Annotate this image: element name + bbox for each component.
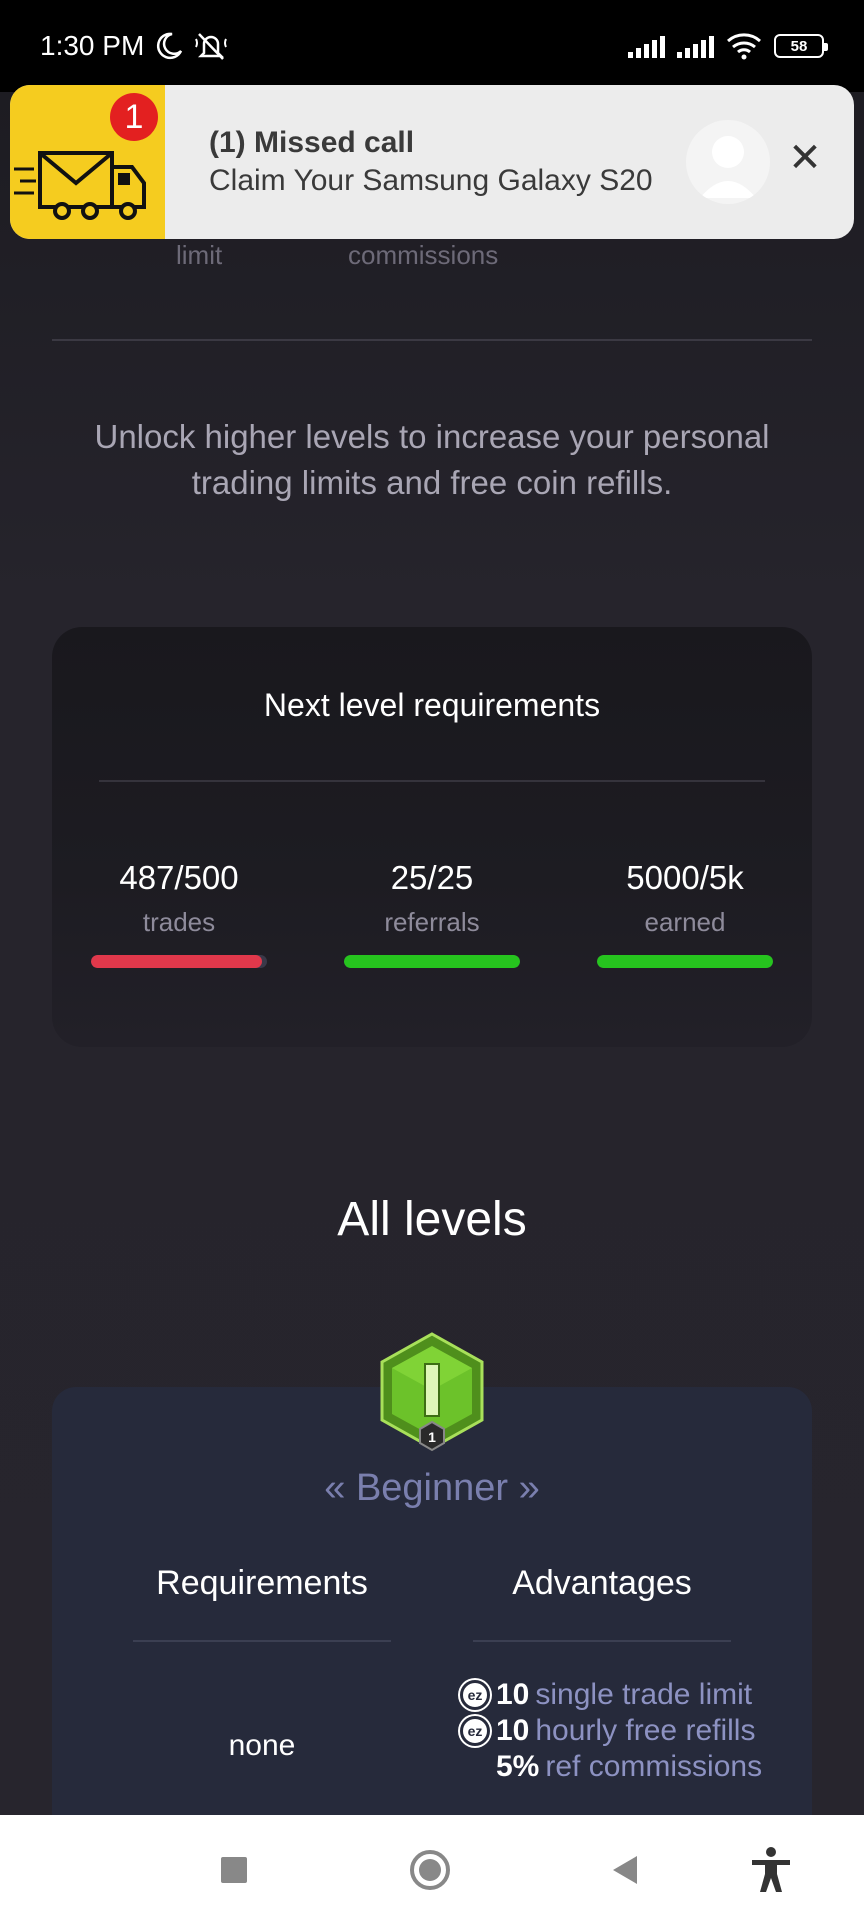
muted-bell-icon	[195, 33, 228, 60]
avatar	[686, 120, 770, 204]
requirement-value: 487/500	[119, 859, 239, 896]
notification-title: (1) Missed call	[209, 126, 415, 159]
accessibility-button[interactable]	[746, 1845, 796, 1895]
recent-apps-button[interactable]	[209, 1845, 259, 1895]
progress-bar-trades	[91, 955, 267, 968]
notification-count-badge: 1	[110, 93, 158, 141]
back-triangle-icon	[613, 1856, 637, 1884]
advantage-amount: 5%	[496, 1750, 540, 1783]
divider	[99, 780, 765, 782]
progress-bar-earned	[597, 955, 773, 968]
advantage-text: hourly free refills	[535, 1714, 756, 1747]
home-circle-icon	[410, 1850, 450, 1890]
battery-icon: 58	[774, 34, 828, 58]
progress-fill	[344, 955, 520, 968]
requirements-value: none	[228, 1729, 296, 1762]
advantage-text: ref commissions	[545, 1750, 763, 1783]
requirement-label: trades	[142, 907, 216, 937]
system-navigation-bar	[0, 1815, 864, 1920]
commissions-label: commissions	[348, 240, 499, 270]
advantage-item: 5% ref commissions	[460, 1749, 820, 1785]
divider	[473, 1640, 731, 1642]
requirements-title: Next level requirements	[263, 687, 601, 723]
accessibility-icon	[752, 1847, 790, 1892]
unlock-description: Unlock higher levels to increase your pe…	[94, 418, 770, 501]
signal-2-icon	[677, 34, 714, 58]
requirement-value: 5000/5k	[626, 859, 744, 896]
level-name: « Beginner »	[324, 1467, 540, 1509]
level-badge-icon: 1	[380, 1332, 484, 1452]
status-bar: 1:30 PM 58	[0, 0, 864, 92]
do-not-disturb-moon-icon	[157, 32, 183, 60]
advantage-item: ez 10 single trade limit	[460, 1677, 820, 1713]
page-content: limit commissions Unlock higher levels t…	[0, 92, 864, 1815]
back-button[interactable]	[600, 1845, 650, 1895]
home-button[interactable]	[405, 1845, 455, 1895]
ez-coin-icon: ez	[460, 1680, 490, 1710]
missed-call-notification[interactable]: 1 (1) Missed call Claim Your Samsung Gal…	[10, 85, 854, 239]
notification-body: Claim Your Samsung Galaxy S20	[209, 164, 653, 197]
divider	[133, 1640, 391, 1642]
badge-number: 1	[428, 1429, 436, 1445]
notification-thumbnail: 1	[10, 85, 165, 239]
progress-fill	[91, 955, 263, 968]
advantages-list: ez 10 single trade limit ez 10 hourly fr…	[460, 1677, 820, 1785]
requirements-header: Requirements	[156, 1564, 368, 1602]
stats-labels: limit commissions	[0, 240, 864, 280]
requirement-value: 25/25	[390, 859, 474, 896]
advantages-header: Advantages	[512, 1564, 692, 1602]
advantage-text: single trade limit	[535, 1678, 753, 1711]
advantage-amount: 10	[496, 1714, 530, 1747]
progress-bar-referrals	[344, 955, 520, 968]
requirement-trades: 487/500 trades	[89, 859, 269, 938]
progress-fill	[597, 955, 773, 968]
user-silhouette-icon	[700, 136, 756, 198]
divider	[52, 339, 812, 341]
requirement-label: earned	[644, 907, 726, 937]
next-level-requirements-card: Next level requirements 487/500 trades 2…	[52, 627, 812, 1047]
signal-1-icon	[628, 34, 665, 58]
all-levels-title: All levels	[337, 1193, 527, 1246]
advantage-amount: 10	[496, 1678, 530, 1711]
requirement-label: referrals	[384, 907, 480, 937]
ez-coin-icon: ez	[460, 1716, 490, 1746]
close-icon[interactable]: ✕	[780, 135, 830, 181]
wifi-icon	[727, 33, 761, 60]
advantage-item: ez 10 hourly free refills	[460, 1713, 820, 1749]
status-time: 1:30 PM	[40, 30, 145, 61]
limit-label: limit	[176, 240, 223, 270]
square-icon	[221, 1857, 247, 1883]
requirement-referrals: 25/25 referrals	[342, 859, 522, 938]
requirement-earned: 5000/5k earned	[595, 859, 775, 938]
